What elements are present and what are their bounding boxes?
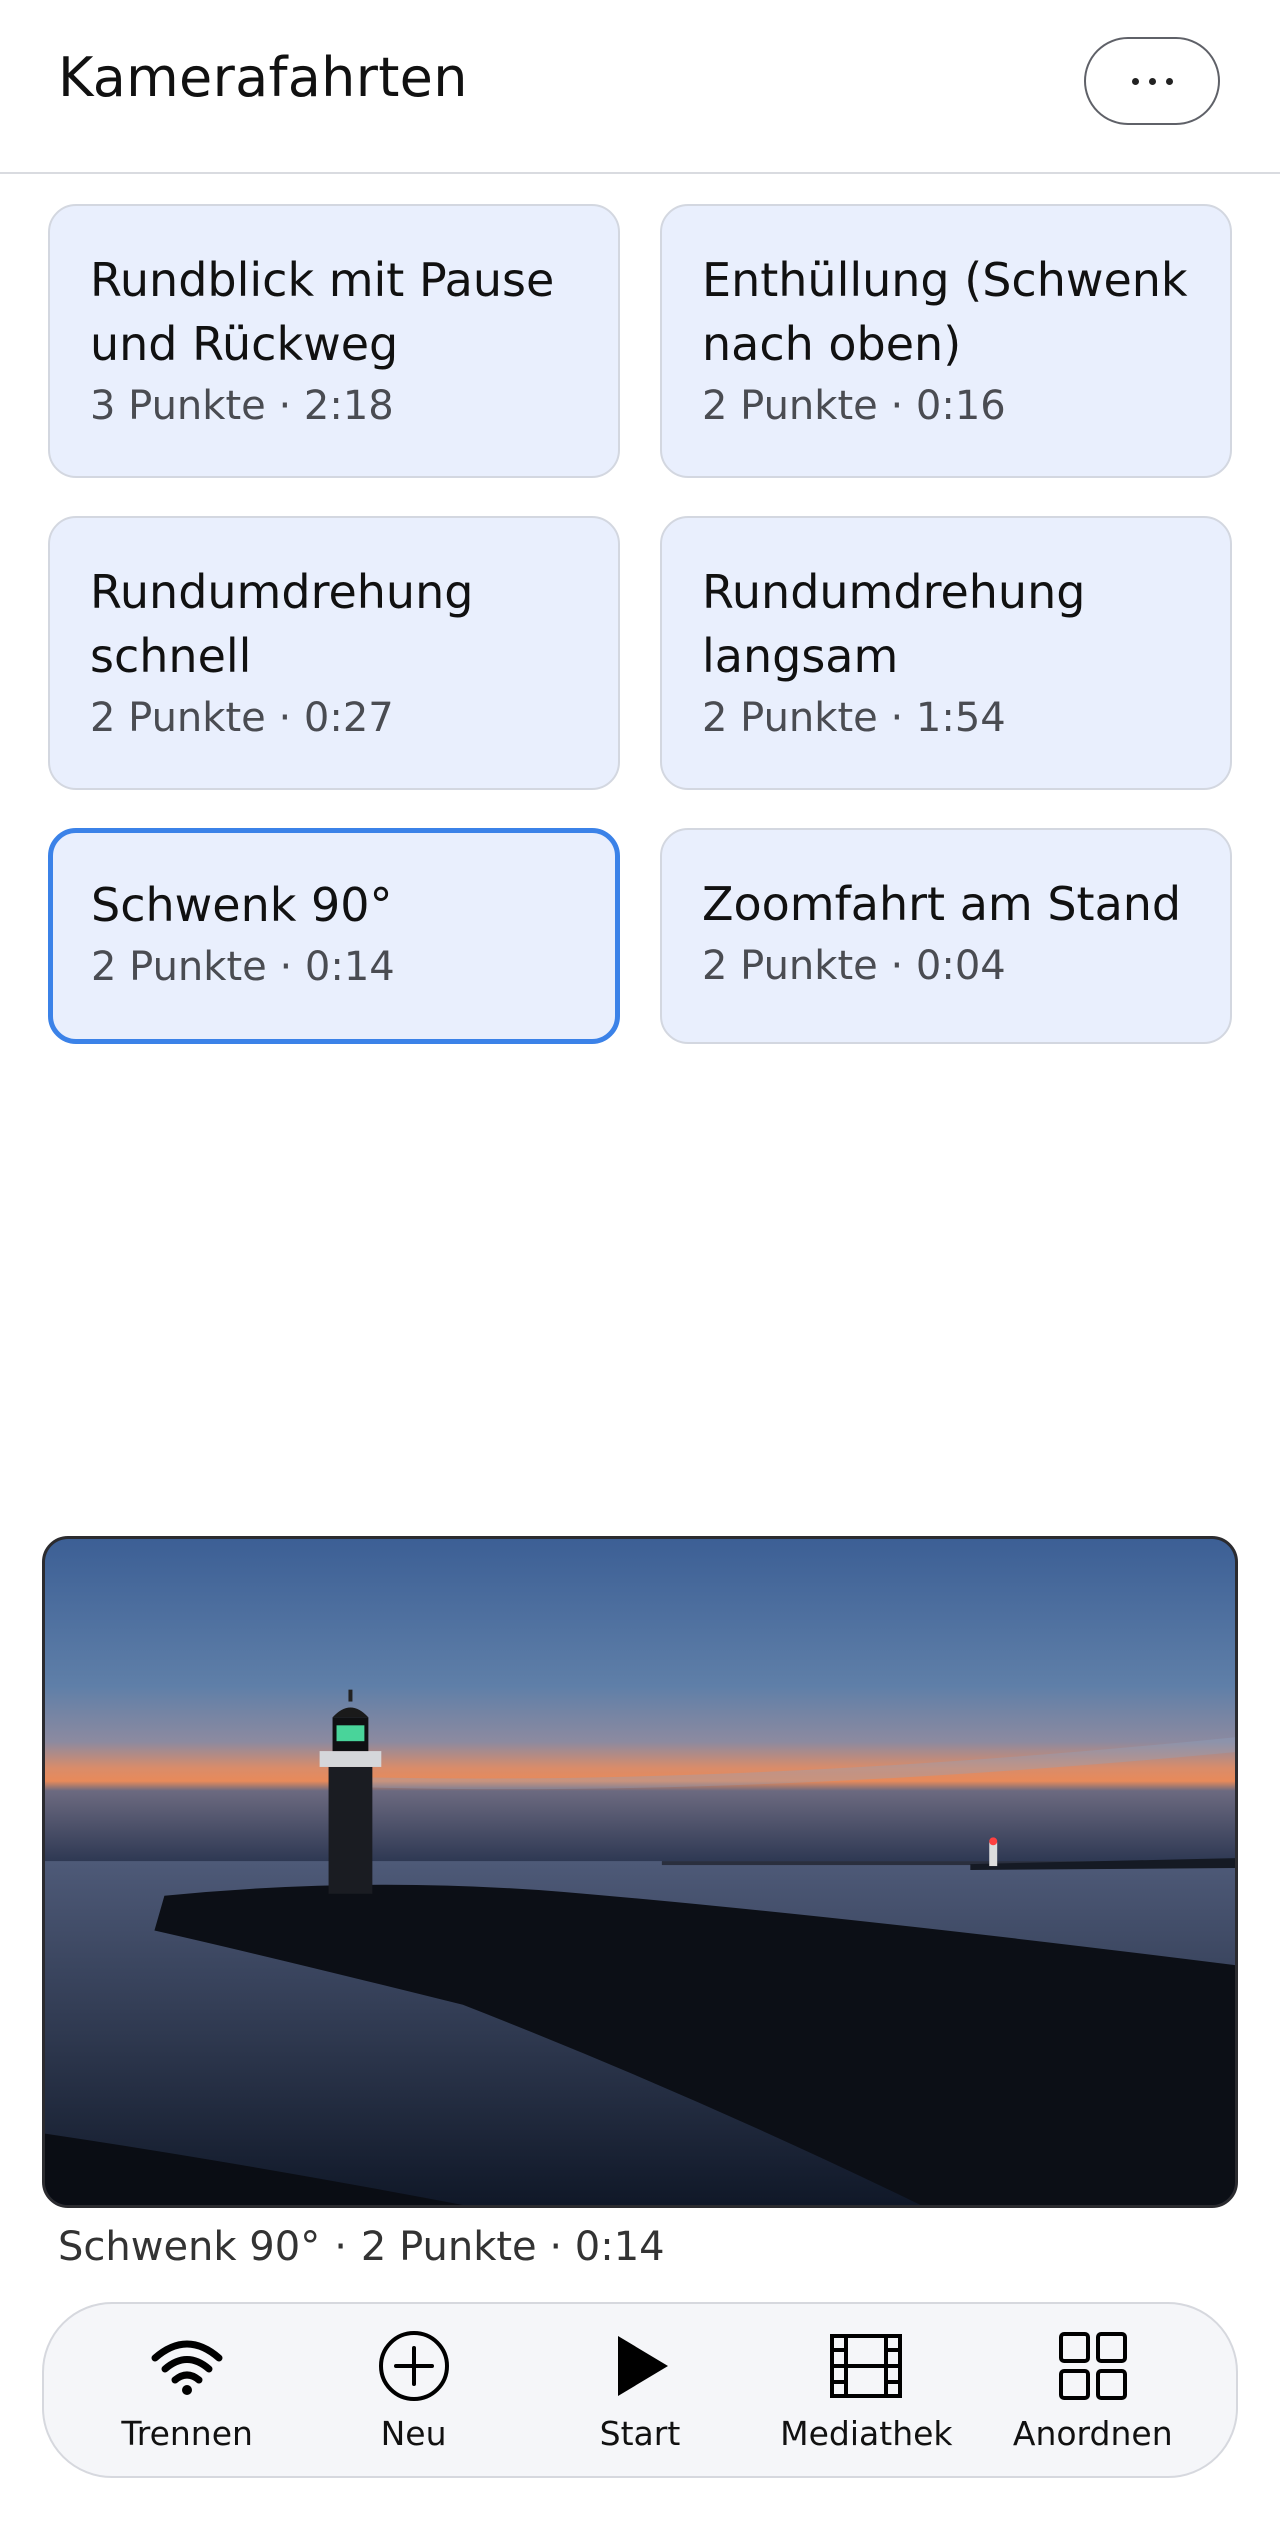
- camera-move-card[interactable]: Enthüllung (Schwenk nach oben) 2 Punkte …: [660, 204, 1232, 478]
- camera-move-card[interactable]: Rundumdrehung schnell 2 Punkte · 0:27: [48, 516, 620, 790]
- caption-move-meta: 2 Punkte · 0:14: [360, 2224, 665, 2270]
- card-meta: 3 Punkte · 2:18: [90, 383, 394, 429]
- card-title-line: nach oben): [702, 317, 962, 371]
- app-screen: Kamerafahrten Rundblick mit Pause und Rü…: [0, 0, 1280, 2521]
- tool-label: Anordnen: [1012, 2413, 1173, 2453]
- tool-label: Trennen: [121, 2413, 253, 2453]
- card-title-line: Enthüllung (Schwenk: [702, 253, 1188, 307]
- more-options-button[interactable]: [1084, 37, 1220, 125]
- card-title-line: Schwenk 90°: [91, 878, 393, 932]
- plus-circle-icon: [378, 2330, 449, 2401]
- camera-move-card-selected[interactable]: Schwenk 90° 2 Punkte · 0:14: [48, 828, 620, 1044]
- disconnect-button[interactable]: Trennen: [87, 2320, 287, 2460]
- bottom-toolbar: Trennen Neu Start Mediathek Anordnen: [42, 2302, 1238, 2478]
- card-title-line: Zoomfahrt am Stand: [702, 877, 1182, 931]
- card-title-line: und Rückweg: [90, 317, 399, 371]
- card-title-line: Rundumdrehung: [90, 565, 474, 619]
- card-title-line: Rundumdrehung: [702, 565, 1086, 619]
- camera-preview[interactable]: [42, 1536, 1238, 2208]
- tool-label: Neu: [380, 2413, 447, 2453]
- start-button[interactable]: Start: [540, 2320, 740, 2460]
- card-meta: 2 Punkte · 0:16: [702, 383, 1006, 429]
- card-title-line: schnell: [90, 629, 252, 683]
- card-title-line: langsam: [702, 629, 899, 683]
- camera-move-card[interactable]: Zoomfahrt am Stand 2 Punkte · 0:04: [660, 828, 1232, 1044]
- page-title: Kamerafahrten: [58, 46, 468, 109]
- tool-label: Start: [599, 2413, 681, 2453]
- caption-separator: ·: [334, 2224, 347, 2270]
- preview-caption: Schwenk 90° · 2 Punkte · 0:14: [58, 2224, 665, 2270]
- wifi-icon: [151, 2340, 223, 2395]
- arrange-button[interactable]: Anordnen: [993, 2320, 1193, 2460]
- play-icon: [617, 2335, 668, 2396]
- new-button[interactable]: Neu: [314, 2320, 514, 2460]
- card-meta: 2 Punkte · 1:54: [702, 695, 1006, 741]
- card-meta: 2 Punkte · 0:27: [90, 695, 394, 741]
- card-meta: 2 Punkte · 0:14: [91, 944, 395, 990]
- camera-move-card[interactable]: Rundumdrehung langsam 2 Punkte · 1:54: [660, 516, 1232, 790]
- tool-label: Mediathek: [780, 2413, 953, 2453]
- header-bar: Kamerafahrten: [0, 0, 1280, 174]
- card-meta: 2 Punkte · 0:04: [702, 943, 1006, 989]
- ellipsis-icon: [1131, 77, 1173, 85]
- caption-move-name: Schwenk 90°: [58, 2224, 321, 2270]
- grid-icon: [1058, 2331, 1127, 2400]
- card-title-line: Rundblick mit Pause: [90, 253, 555, 307]
- camera-move-card[interactable]: Rundblick mit Pause und Rückweg 3 Punkte…: [48, 204, 620, 478]
- lighthouse-scene-image: [45, 1539, 1235, 2205]
- media-library-button[interactable]: Mediathek: [766, 2320, 966, 2460]
- film-icon: [830, 2333, 903, 2398]
